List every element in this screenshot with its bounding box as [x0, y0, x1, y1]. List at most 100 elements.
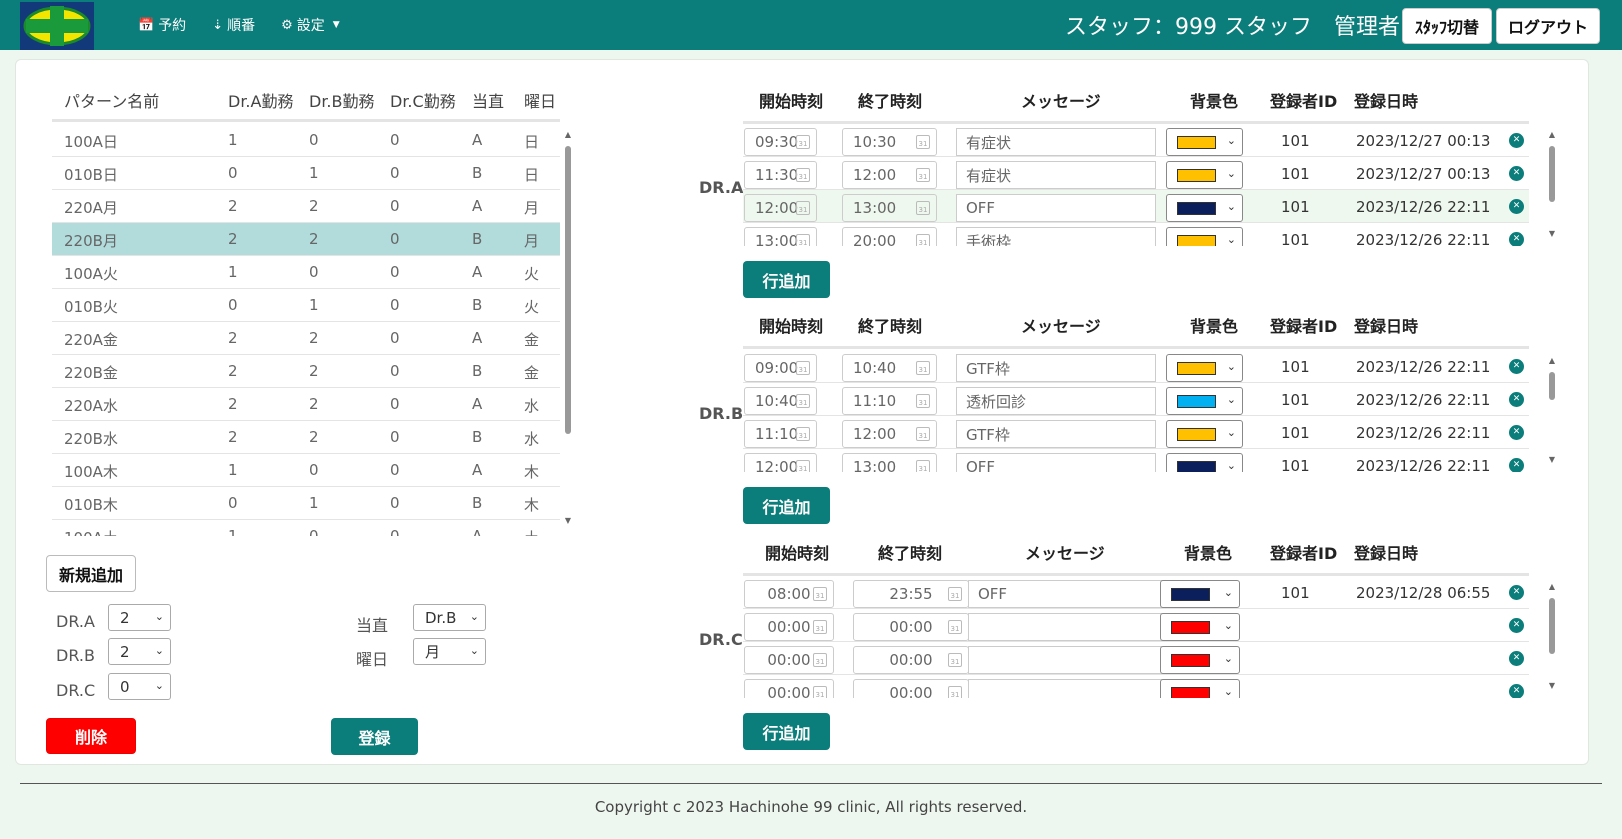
- calendar-icon[interactable]: 31: [916, 361, 930, 375]
- message-input[interactable]: [968, 613, 1168, 641]
- remove-row-icon[interactable]: ✕: [1509, 133, 1524, 148]
- nav-settings[interactable]: ⚙ 設定 ▼: [281, 15, 340, 35]
- drb-add-row-button[interactable]: 行追加: [743, 487, 830, 524]
- pattern-row[interactable]: 220A金 2 2 0 A 金: [52, 322, 560, 355]
- pattern-row[interactable]: 100A日 1 0 0 A 日: [52, 124, 560, 157]
- start-time-input[interactable]: 09:30 31: [744, 128, 817, 156]
- drc-add-row-button[interactable]: 行追加: [743, 713, 830, 750]
- calendar-icon[interactable]: 31: [813, 587, 827, 601]
- start-time-input[interactable]: 08:00 31: [744, 580, 834, 608]
- message-input[interactable]: 有症状: [956, 161, 1156, 189]
- calendar-icon[interactable]: 31: [916, 460, 930, 472]
- calendar-icon[interactable]: 31: [916, 168, 930, 182]
- bg-color-select[interactable]: ⌄: [1166, 227, 1243, 246]
- scroll-up-icon[interactable]: ▲: [1547, 356, 1557, 365]
- message-input[interactable]: OFF: [956, 194, 1156, 222]
- pattern-row[interactable]: 100A火 1 0 0 A 火: [52, 256, 560, 289]
- calendar-icon[interactable]: 31: [796, 201, 810, 215]
- dra-scrollbar[interactable]: ▲ ▼: [1547, 130, 1557, 238]
- duty-select[interactable]: Dr.B ⌄: [413, 604, 486, 631]
- remove-row-icon[interactable]: ✕: [1509, 359, 1524, 374]
- calendar-icon[interactable]: 31: [916, 234, 930, 246]
- bg-color-select[interactable]: ⌄: [1166, 194, 1243, 222]
- scroll-down-icon[interactable]: ▼: [1547, 455, 1557, 464]
- remove-row-icon[interactable]: ✕: [1509, 166, 1524, 181]
- bg-color-select[interactable]: ⌄: [1166, 387, 1243, 415]
- end-time-input[interactable]: 00:00 31: [853, 679, 969, 698]
- scroll-thumb[interactable]: [1549, 598, 1555, 654]
- calendar-icon[interactable]: 31: [796, 361, 810, 375]
- message-input[interactable]: [968, 679, 1168, 698]
- drb-select[interactable]: 2 ⌄: [108, 638, 171, 665]
- scroll-thumb[interactable]: [1549, 146, 1555, 202]
- pattern-row[interactable]: 010B火 0 1 0 B 火: [52, 289, 560, 322]
- start-time-input[interactable]: 11:30 31: [744, 161, 817, 189]
- calendar-icon[interactable]: 31: [916, 201, 930, 215]
- message-input[interactable]: 透析回診: [956, 387, 1156, 415]
- calendar-icon[interactable]: 31: [813, 686, 827, 698]
- pattern-scrollbar[interactable]: ▲ ▼: [563, 130, 573, 525]
- bg-color-select[interactable]: ⌄: [1166, 453, 1243, 472]
- scroll-down-icon[interactable]: ▼: [563, 516, 573, 525]
- calendar-icon[interactable]: 31: [948, 653, 962, 667]
- end-time-input[interactable]: 00:00 31: [853, 646, 969, 674]
- scroll-up-icon[interactable]: ▲: [1547, 130, 1557, 139]
- end-time-input[interactable]: 00:00 31: [853, 613, 969, 641]
- pattern-row[interactable]: 100A木 1 0 0 A 木: [52, 454, 560, 487]
- start-time-input[interactable]: 09:00 31: [744, 354, 817, 382]
- calendar-icon[interactable]: 31: [948, 587, 962, 601]
- end-time-input[interactable]: 13:00 31: [842, 194, 937, 222]
- start-time-input[interactable]: 00:00 31: [744, 613, 834, 641]
- message-input[interactable]: 手術枠: [956, 227, 1156, 246]
- remove-row-icon[interactable]: ✕: [1509, 425, 1524, 440]
- remove-row-icon[interactable]: ✕: [1509, 458, 1524, 472]
- bg-color-select[interactable]: ⌄: [1160, 613, 1240, 641]
- start-time-input[interactable]: 10:40 31: [744, 387, 817, 415]
- calendar-icon[interactable]: 31: [916, 427, 930, 441]
- start-time-input[interactable]: 12:00 31: [744, 453, 817, 472]
- drb-scrollbar[interactable]: ▲ ▼: [1547, 356, 1557, 464]
- scroll-thumb[interactable]: [565, 146, 571, 434]
- end-time-input[interactable]: 10:30 31: [842, 128, 937, 156]
- remove-row-icon[interactable]: ✕: [1509, 618, 1524, 633]
- pattern-row[interactable]: 220B金 2 2 0 B 金: [52, 355, 560, 388]
- remove-row-icon[interactable]: ✕: [1509, 651, 1524, 666]
- pattern-row[interactable]: 010B木 0 1 0 B 木: [52, 487, 560, 520]
- pattern-row[interactable]: 220A月 2 2 0 A 月: [52, 190, 560, 223]
- scroll-up-icon[interactable]: ▲: [563, 130, 573, 139]
- remove-row-icon[interactable]: ✕: [1509, 392, 1524, 407]
- calendar-icon[interactable]: 31: [916, 394, 930, 408]
- calendar-icon[interactable]: 31: [813, 653, 827, 667]
- delete-button[interactable]: 削除: [46, 718, 136, 754]
- calendar-icon[interactable]: 31: [796, 460, 810, 472]
- start-time-input[interactable]: 11:10 31: [744, 420, 817, 448]
- nav-reservation[interactable]: 📅 予約: [138, 15, 186, 35]
- bg-color-select[interactable]: ⌄: [1160, 646, 1240, 674]
- message-input[interactable]: OFF: [956, 453, 1156, 472]
- logout-button[interactable]: ログアウト: [1496, 8, 1600, 44]
- bg-color-select[interactable]: ⌄: [1166, 354, 1243, 382]
- end-time-input[interactable]: 20:00 31: [842, 227, 937, 246]
- pattern-row[interactable]: 220B水 2 2 0 B 水: [52, 421, 560, 454]
- start-time-input[interactable]: 00:00 31: [744, 646, 834, 674]
- calendar-icon[interactable]: 31: [796, 394, 810, 408]
- end-time-input[interactable]: 13:00 31: [842, 453, 937, 472]
- pattern-row[interactable]: 010B日 0 1 0 B 日: [52, 157, 560, 190]
- remove-row-icon[interactable]: ✕: [1509, 684, 1524, 698]
- scroll-down-icon[interactable]: ▼: [1547, 681, 1557, 690]
- register-button[interactable]: 登録: [331, 718, 418, 755]
- nav-order[interactable]: ⇣ 順番: [212, 15, 255, 35]
- clinic-logo[interactable]: [20, 2, 94, 50]
- bg-color-select[interactable]: ⌄: [1166, 161, 1243, 189]
- dra-add-row-button[interactable]: 行追加: [743, 261, 830, 298]
- message-input[interactable]: OFF: [968, 580, 1168, 608]
- calendar-icon[interactable]: 31: [948, 620, 962, 634]
- bg-color-select[interactable]: ⌄: [1166, 128, 1243, 156]
- drc-select[interactable]: 0 ⌄: [108, 673, 171, 700]
- end-time-input[interactable]: 23:55 31: [853, 580, 969, 608]
- dra-select[interactable]: 2 ⌄: [108, 604, 171, 631]
- message-input[interactable]: GTF枠: [956, 420, 1156, 448]
- message-input[interactable]: 有症状: [956, 128, 1156, 156]
- staff-switch-button[interactable]: ｽﾀｯﾌ切替: [1402, 8, 1492, 44]
- calendar-icon[interactable]: 31: [796, 427, 810, 441]
